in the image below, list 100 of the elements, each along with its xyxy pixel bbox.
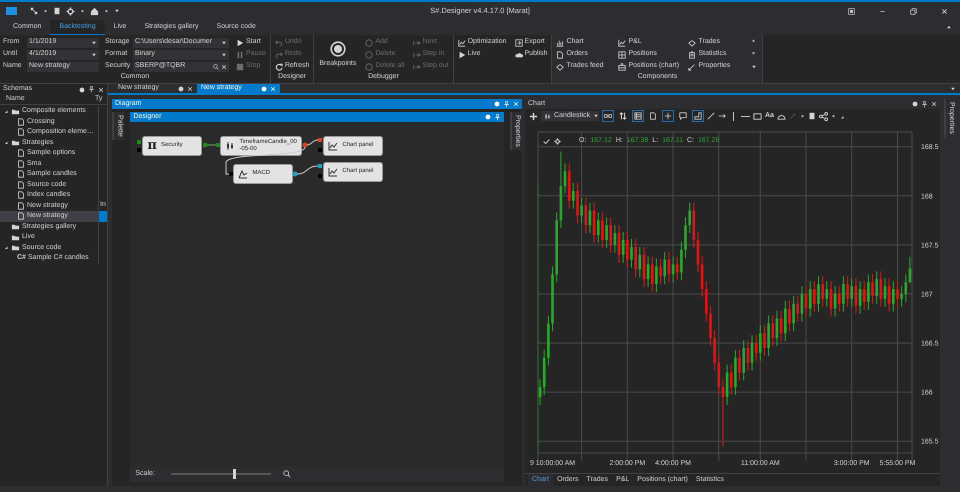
rectangle-icon[interactable] [753, 112, 762, 120]
dropdown-caret-icon[interactable] [104, 8, 109, 14]
close-icon [270, 86, 276, 92]
zoom-icon[interactable] [282, 470, 291, 478]
candlestick [651, 256, 654, 292]
close-icon[interactable] [931, 101, 937, 107]
candlestick [834, 286, 836, 318]
pin-icon[interactable] [921, 100, 928, 108]
close-icon[interactable] [98, 86, 104, 92]
diamond-icon [556, 62, 564, 70]
candlestick [572, 182, 575, 210]
dropdown-caret-icon[interactable] [830, 114, 836, 118]
home-icon[interactable] [90, 6, 99, 16]
help-icon[interactable] [912, 101, 918, 107]
breakpoint-icon [330, 41, 346, 57]
candlestick [800, 286, 804, 322]
toggle-button[interactable] [677, 110, 689, 122]
toggle-button[interactable] [602, 110, 614, 122]
expanded-arrow-icon[interactable] [4, 245, 9, 250]
toggle-button[interactable] [692, 110, 704, 122]
scroll-up-icon[interactable] [751, 38, 756, 43]
candlestick [850, 278, 853, 308]
close-icon [186, 86, 193, 92]
candlestick [659, 258, 662, 285]
link-icon [604, 112, 612, 120]
help-icon[interactable] [494, 101, 500, 107]
settings-icon[interactable] [554, 138, 561, 145]
candlestick [597, 212, 600, 244]
connector-line [203, 143, 220, 147]
dropdown-caret-icon[interactable] [800, 114, 805, 118]
stop-icon [236, 62, 244, 70]
candlestick [858, 280, 862, 314]
slider-thumb[interactable] [232, 469, 236, 479]
candlestick [813, 280, 816, 312]
app-icon [6, 7, 17, 15]
candlestick [830, 280, 832, 318]
toggle-button[interactable] [632, 110, 644, 122]
share-icon[interactable] [818, 112, 828, 120]
input-port[interactable] [318, 148, 322, 152]
fullscreen-icon[interactable] [848, 8, 855, 14]
input-port[interactable] [318, 174, 322, 178]
tab-list-icon[interactable] [950, 86, 956, 92]
input-port[interactable] [229, 172, 234, 176]
more-icon[interactable] [751, 64, 758, 70]
check-icon[interactable] [543, 138, 550, 145]
dropdown-caret-icon[interactable] [80, 8, 85, 14]
candlestick [609, 216, 612, 254]
line-tool-icon[interactable] [707, 112, 715, 120]
step-icon [412, 38, 421, 46]
briefcase-icon [618, 62, 626, 70]
network-icon[interactable] [30, 7, 38, 15]
candlestick [867, 274, 870, 310]
candlestick [750, 334, 754, 371]
expanded-arrow-icon[interactable] [4, 108, 9, 114]
help-icon[interactable] [79, 86, 85, 92]
candlestick [888, 278, 890, 312]
close-icon[interactable] [941, 8, 948, 14]
candlestick [680, 241, 683, 281]
expanded-arrow-icon[interactable] [4, 140, 9, 146]
candlestick [900, 286, 903, 308]
corner-icon [694, 112, 702, 120]
line-chart-icon [328, 141, 338, 151]
resize-icon[interactable] [838, 114, 844, 118]
candlestick [668, 251, 670, 283]
arrow-tool-icon[interactable] [718, 112, 726, 120]
toggle-button[interactable] [647, 110, 659, 122]
restore-icon[interactable] [910, 8, 917, 14]
toggle-button[interactable] [617, 110, 629, 122]
search-icon[interactable] [213, 64, 219, 70]
mountain-chart-icon [238, 169, 248, 179]
collapse-ribbon-icon[interactable] [946, 24, 952, 30]
candlestick [846, 276, 849, 308]
save-icon[interactable] [53, 7, 61, 15]
customize-caret-icon[interactable] [114, 8, 120, 14]
pin-icon[interactable] [88, 86, 95, 93]
help-icon[interactable] [484, 114, 491, 120]
circle-icon [365, 50, 374, 58]
candlestick [622, 232, 624, 264]
play-icon [236, 38, 244, 46]
candlestick [754, 334, 758, 362]
dropdown-caret-icon[interactable] [43, 8, 48, 14]
candlestick [854, 278, 858, 314]
candlestick [880, 270, 882, 308]
scroll-down-icon[interactable] [751, 51, 756, 56]
candle-chart-icon [225, 141, 236, 151]
save-icon[interactable] [808, 112, 816, 120]
candlestick [821, 276, 824, 308]
toggle-button[interactable] [662, 110, 674, 122]
candlestick [601, 212, 604, 248]
up-down-arrows-icon [619, 112, 627, 120]
undo-icon [274, 38, 283, 46]
document-icon [556, 50, 564, 58]
export-icon [514, 38, 523, 46]
table-icon [634, 112, 642, 120]
add-icon[interactable] [529, 112, 538, 120]
clear-icon[interactable] [221, 64, 227, 70]
dropdown-caret-icon [593, 113, 600, 119]
candlestick [584, 197, 588, 234]
settings-icon[interactable] [66, 6, 75, 16]
pi-icon: π [147, 138, 157, 154]
